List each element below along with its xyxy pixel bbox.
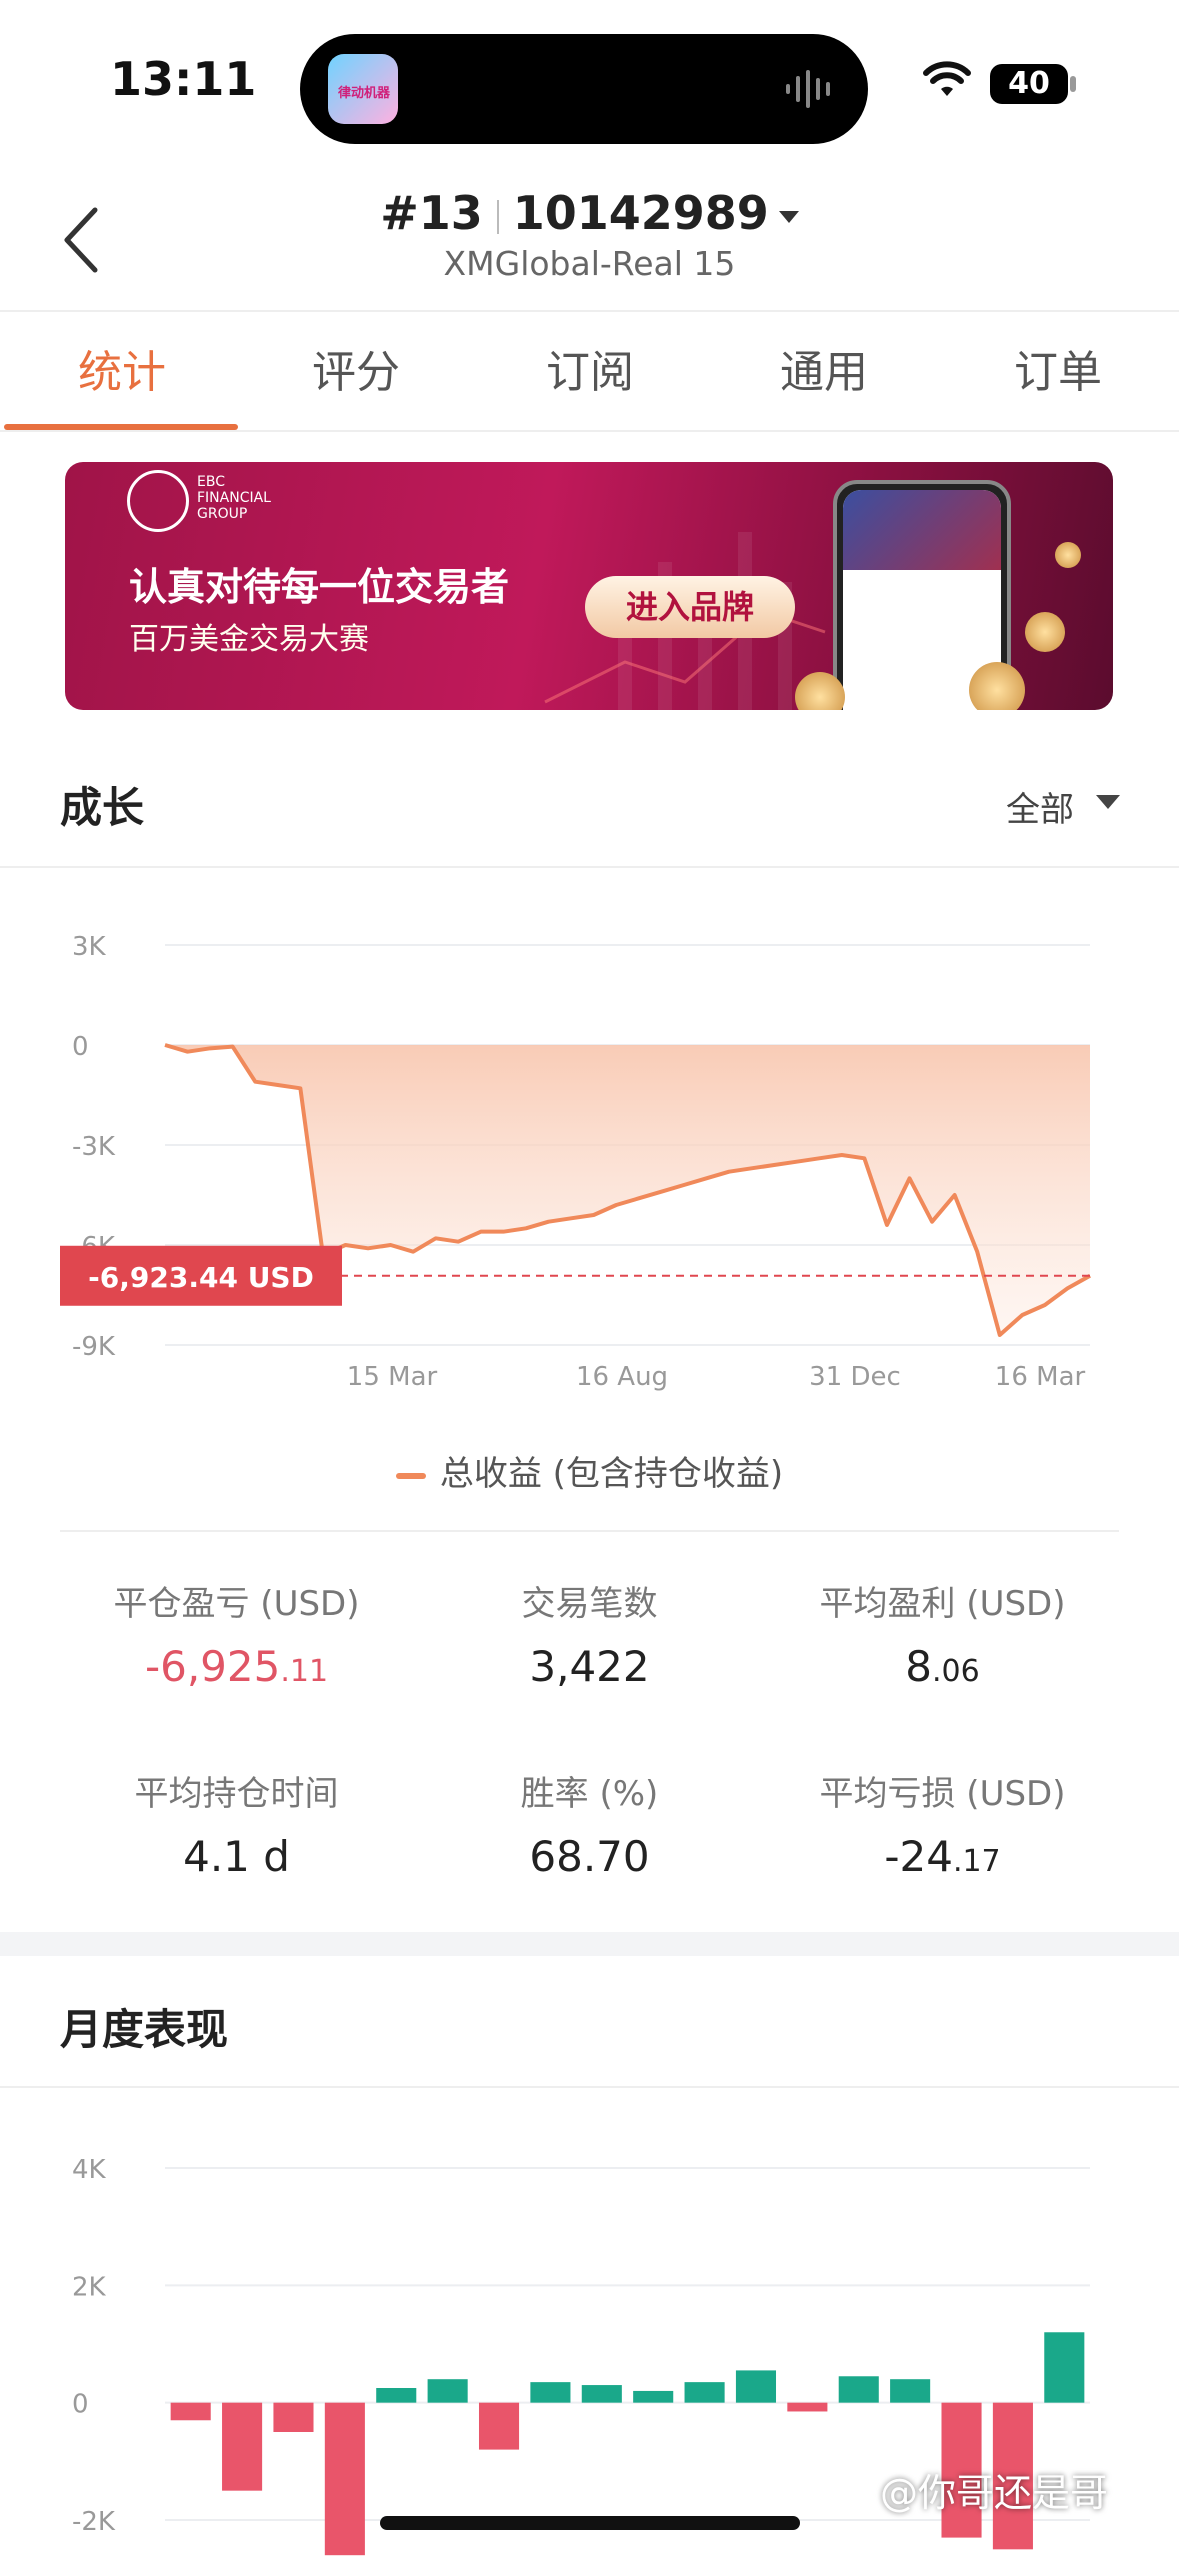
monthly-bar	[787, 2402, 828, 2412]
dynamic-island: 律动机器	[300, 34, 868, 144]
home-indicator[interactable]	[380, 2516, 800, 2530]
monthly-bar	[684, 2382, 725, 2403]
status-time: 13:11	[110, 52, 257, 106]
server-name: XMGlobal-Real 15	[443, 244, 736, 283]
app-icon: 律动机器	[328, 54, 398, 124]
monthly-bar	[838, 2376, 879, 2403]
stat-value-avg-loss: -24.17	[746, 1832, 1139, 1881]
y-tick-label: 4K	[72, 2155, 107, 2185]
coin-icon	[1025, 612, 1065, 652]
stat-label-win-rate: 胜率 (%)	[520, 1774, 659, 1814]
battery-icon: 40	[990, 64, 1068, 104]
stat-value-closed-pnl: -6,925.11	[40, 1642, 433, 1691]
account-selector[interactable]: #13 10142989	[0, 186, 1179, 240]
y-tick-label: 0	[72, 1032, 89, 1062]
monthly-bar	[1044, 2332, 1085, 2403]
x-tick-label: 16 Mar	[995, 1362, 1086, 1392]
enter-brand-button[interactable]: 进入品牌	[585, 576, 795, 638]
banner-brand: EBC FINANCIAL GROUP	[197, 474, 271, 522]
legend-label: 总收益 (包含持仓收益)	[439, 1454, 784, 1494]
current-value-label: -6,923.44 USD	[88, 1261, 314, 1294]
growth-title: 成长	[60, 783, 145, 832]
promo-banner[interactable]: EBC FINANCIAL GROUP 认真对待每一位交易者 百万美金交易大赛 …	[65, 462, 1113, 710]
section-separator	[0, 1932, 1179, 1956]
stat-frac: .11	[280, 1654, 329, 1689]
stat-frac: .17	[952, 1844, 1001, 1879]
caret-down-icon	[778, 210, 799, 223]
x-tick-label: 15 Mar	[347, 1362, 438, 1392]
monthly-bar	[324, 2402, 365, 2556]
title-separator	[496, 199, 499, 234]
ebc-logo-icon	[127, 470, 189, 532]
stat-value-avg-hold: 4.1 d	[40, 1832, 433, 1881]
caret-down-icon[interactable]	[1096, 795, 1120, 809]
growth-chart[interactable]: 3K0-3K-6K-9K15 Mar16 Aug31 Dec16 Mar-6,9…	[0, 880, 1179, 1400]
monthly-bar	[478, 2402, 520, 2450]
y-tick-label: 3K	[72, 932, 107, 962]
brand-line-1: EBC	[197, 474, 225, 490]
x-tick-label: 31 Dec	[809, 1362, 901, 1392]
monthly-bar	[273, 2402, 314, 2432]
stat-label-avg-hold: 平均持仓时间	[134, 1774, 339, 1814]
brand-line-3: GROUP	[197, 506, 248, 522]
stat-value-avg-profit: 8.06	[746, 1642, 1139, 1691]
account-number: #13	[380, 186, 483, 240]
monthly-bar	[222, 2402, 263, 2491]
stat-frac: .06	[932, 1654, 980, 1689]
stat-label-avg-loss: 平均亏损 (USD)	[819, 1774, 1066, 1814]
range-filter[interactable]: 全部	[1006, 782, 1074, 831]
stat-main: 8	[905, 1642, 932, 1691]
monthly-bar	[376, 2388, 417, 2403]
tab-orders[interactable]: 订单	[940, 336, 1176, 400]
monthly-bar	[530, 2382, 571, 2403]
y-tick-label: 0	[72, 2390, 89, 2420]
stat-value-win-rate: 68.70	[393, 1832, 786, 1881]
stat-main: 68.70	[529, 1832, 650, 1881]
tab-subscribe[interactable]: 订阅	[472, 336, 708, 400]
monthly-bar	[735, 2370, 777, 2403]
legend-swatch	[395, 1472, 426, 1479]
banner-headline: 认真对待每一位交易者	[129, 565, 510, 609]
coin-icon	[969, 662, 1025, 710]
audio-wave-icon	[786, 70, 830, 108]
x-tick-label: 16 Aug	[576, 1362, 668, 1392]
section-divider	[0, 866, 1179, 868]
tab-rating[interactable]: 评分	[238, 336, 474, 400]
monthly-bar	[427, 2379, 468, 2403]
header-divider	[0, 310, 1179, 312]
tabs-divider	[0, 430, 1179, 432]
stat-label-closed-pnl: 平仓盈亏 (USD)	[113, 1584, 360, 1624]
stat-main: 4.1 d	[183, 1832, 290, 1881]
phone-screen-header	[843, 490, 1001, 570]
y-tick-label: -9K	[72, 1332, 116, 1362]
stat-main: -24	[884, 1832, 953, 1881]
y-tick-label: -2K	[72, 2507, 116, 2537]
stat-value-trades: 3,422	[393, 1642, 786, 1691]
stat-main: 3,422	[529, 1642, 650, 1691]
tab-statistics[interactable]: 统计	[4, 336, 240, 400]
chart-legend: 总收益 (包含持仓收益)	[0, 1446, 1179, 1495]
monthly-bar	[170, 2402, 211, 2421]
monthly-bar	[890, 2379, 931, 2403]
stat-label-avg-profit: 平均盈利 (USD)	[819, 1584, 1066, 1624]
monthly-title: 月度表现	[60, 2005, 229, 2054]
brand-line-2: FINANCIAL	[197, 490, 271, 506]
app-badge-text: 律动机器	[338, 86, 391, 101]
stat-main: -6,925	[144, 1642, 281, 1691]
monthly-bar	[581, 2385, 622, 2403]
wifi-icon	[923, 61, 971, 96]
y-tick-label: -3K	[72, 1132, 116, 1162]
account-id: 10142989	[512, 186, 769, 240]
tab-general[interactable]: 通用	[706, 336, 942, 400]
watermark: @你哥还是哥	[880, 2471, 1109, 2515]
banner-subline: 百万美金交易大赛	[129, 622, 369, 657]
section-divider	[0, 2086, 1179, 2088]
stats-divider	[60, 1530, 1119, 1532]
stat-label-trades: 交易笔数	[521, 1584, 658, 1624]
battery-tip	[1070, 76, 1076, 92]
y-tick-label: 2K	[72, 2272, 107, 2302]
monthly-bar	[633, 2390, 674, 2403]
coin-icon	[1055, 542, 1081, 568]
